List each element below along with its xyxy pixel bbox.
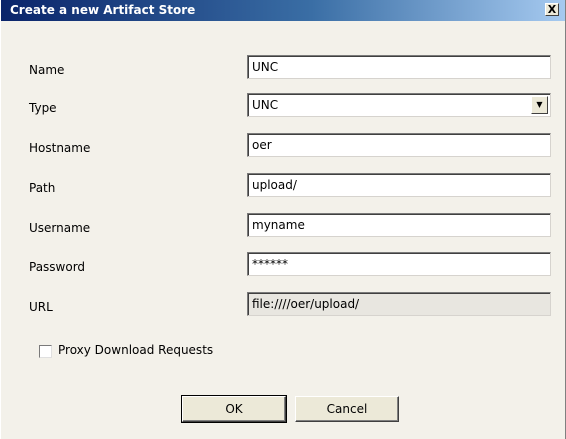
path-label: Path bbox=[29, 181, 56, 195]
hostname-label: Hostname bbox=[29, 141, 91, 155]
username-label: Username bbox=[29, 221, 91, 235]
dialog-title: Create a new Artifact Store bbox=[10, 3, 196, 17]
password-field[interactable]: ****** bbox=[247, 252, 551, 276]
proxy-download-label[interactable]: Proxy Download Requests bbox=[58, 343, 213, 357]
close-icon[interactable]: X bbox=[545, 3, 559, 16]
ok-button[interactable]: OK bbox=[181, 395, 287, 423]
create-artifact-store-dialog: Create a new Artifact Store X Name UNC T… bbox=[0, 0, 566, 439]
cancel-button[interactable]: Cancel bbox=[295, 396, 399, 422]
type-label: Type bbox=[29, 101, 57, 115]
password-label: Password bbox=[29, 260, 86, 274]
name-label: Name bbox=[29, 63, 65, 77]
title-bar[interactable]: Create a new Artifact Store X bbox=[1, 0, 565, 21]
type-select[interactable]: UNC ▼ bbox=[247, 93, 551, 117]
chevron-down-icon[interactable]: ▼ bbox=[531, 96, 548, 114]
url-field: file:////oer/upload/ bbox=[247, 292, 551, 316]
type-select-value: UNC bbox=[252, 98, 279, 112]
proxy-download-checkbox[interactable] bbox=[39, 345, 52, 358]
username-field[interactable]: myname bbox=[247, 213, 551, 237]
path-field[interactable]: upload/ bbox=[247, 173, 551, 197]
url-label: URL bbox=[29, 300, 53, 314]
name-field[interactable]: UNC bbox=[247, 55, 551, 79]
hostname-field[interactable]: oer bbox=[247, 133, 551, 157]
